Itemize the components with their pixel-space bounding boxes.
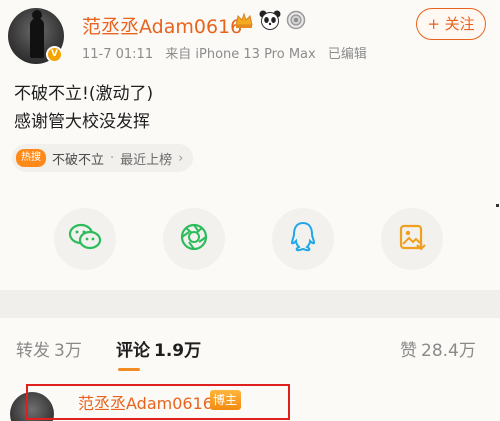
- timestamp: 11-7 01:11: [82, 47, 154, 62]
- moments-icon: [179, 222, 209, 256]
- chevron-right-icon: ›: [178, 150, 184, 166]
- crown-icon[interactable]: [234, 11, 254, 29]
- follow-button[interactable]: + 关注: [416, 8, 486, 40]
- tab-repost-count: 3万: [54, 341, 82, 361]
- save-image-icon: [397, 222, 427, 256]
- post-line: 感谢管大校没发挥: [14, 112, 150, 132]
- hot-search-icon: 热搜: [16, 149, 46, 167]
- blogger-badge: 博主: [210, 390, 242, 410]
- edited-label[interactable]: 已编辑: [328, 47, 367, 62]
- user-badges: [234, 10, 306, 30]
- post-source: 来自 iPhone 13 Pro Max: [165, 47, 316, 62]
- post-line: 不破不立!(激动了): [14, 84, 154, 104]
- tab-repost[interactable]: 转发 3万: [16, 336, 82, 361]
- comment-item[interactable]: 范丞丞Adam0616 博主: [0, 380, 500, 421]
- share-row: [0, 208, 500, 272]
- hot-rank: 最近上榜: [120, 152, 173, 168]
- post-meta: 11-7 01:11 来自 iPhone 13 Pro Max 已编辑: [82, 43, 375, 62]
- active-tab-indicator: [118, 368, 140, 371]
- tab-repost-label: 转发: [16, 341, 50, 361]
- scroll-indicator: [496, 204, 499, 207]
- panda-icon[interactable]: [259, 10, 281, 30]
- tab-likes-label: 赞: [400, 341, 417, 361]
- interaction-tabs: 转发 3万 评论 1.9万 赞 28.4万: [0, 318, 500, 376]
- tab-likes-count: 28.4万: [421, 341, 476, 361]
- section-divider: [0, 290, 500, 318]
- wechat-share-button[interactable]: [54, 208, 116, 270]
- hot-search-tag[interactable]: 热搜 不破不立 · 最近上榜 ›: [12, 144, 194, 172]
- qq-icon: [290, 221, 316, 257]
- username[interactable]: 范丞丞Adam0616: [82, 12, 242, 39]
- post-header: V 范丞丞Adam0616 11-7 01:11 来自 iPhone 13 Pr…: [0, 0, 500, 70]
- tab-comments-count: 1.9万: [154, 341, 202, 361]
- separator-dot: ·: [110, 150, 115, 166]
- qq-share-button[interactable]: [272, 208, 334, 270]
- wechat-icon: [68, 222, 102, 256]
- avatar-figure: [30, 10, 44, 58]
- tab-comments-label: 评论: [116, 341, 150, 361]
- tab-comments[interactable]: 评论 1.9万: [116, 336, 201, 361]
- comment-username[interactable]: 范丞丞Adam0616: [78, 390, 213, 414]
- v-icon: V: [46, 46, 63, 63]
- post-body: 不破不立!(激动了) 感谢管大校没发挥: [14, 80, 153, 136]
- moments-share-button[interactable]: [163, 208, 225, 270]
- hot-topic: 不破不立: [52, 152, 105, 168]
- medal-icon[interactable]: [286, 10, 306, 30]
- tab-likes[interactable]: 赞 28.4万: [400, 336, 476, 361]
- save-image-button[interactable]: [381, 208, 443, 270]
